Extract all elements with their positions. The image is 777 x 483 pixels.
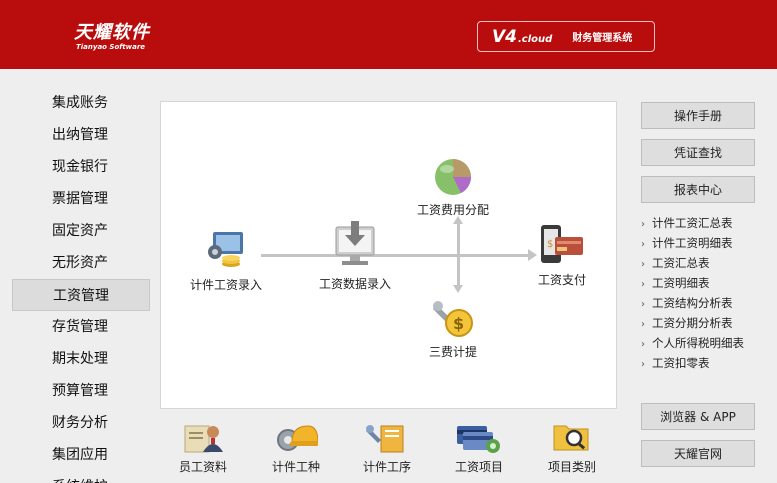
report-link[interactable]: › 工资汇总表 <box>641 253 771 273</box>
voucher-search-button[interactable]: 凭证查找 <box>641 139 755 166</box>
user-manual-button[interactable]: 操作手册 <box>641 102 755 129</box>
module-nav: 集成账务 出纳管理 现金银行 票据管理 固定资产 无形资产 工资管理 存货管理 … <box>12 87 150 483</box>
shortcut-piece-work-type[interactable]: 计件工种 <box>272 420 320 475</box>
nav-item-budget[interactable]: 预算管理 <box>12 375 150 407</box>
nav-item-period-end[interactable]: 期末处理 <box>12 343 150 375</box>
flow-node-salary-payment[interactable]: $ 工资支付 <box>535 223 589 288</box>
cards-gear-icon <box>457 426 500 453</box>
report-link-label: 个人所得税明细表 <box>652 336 744 350</box>
report-list: › 计件工资汇总表 › 计件工资明细表 › 工资汇总表 › 工资明细表 › 工资结构分析表… <box>641 213 771 373</box>
hard-hat-icon <box>277 425 318 451</box>
report-link-label: 计件工资汇总表 <box>652 216 733 230</box>
chevron-right-icon: › <box>641 279 645 290</box>
data-entry-icon <box>335 221 375 265</box>
svg-text:$: $ <box>547 239 553 250</box>
chevron-right-icon: › <box>641 359 645 370</box>
chevron-right-icon: › <box>641 339 645 350</box>
flow-node-piece-wage-entry[interactable]: 计件工资录入 <box>190 228 262 293</box>
flow-node-three-fees[interactable]: $ 三费计提 <box>429 299 477 360</box>
payment-terminal-icon: $ <box>541 225 583 263</box>
piece-wage-entry-icon <box>208 232 243 267</box>
nav-item-bills[interactable]: 票据管理 <box>12 183 150 215</box>
shortcut-piece-process[interactable]: 计件工序 <box>363 420 411 475</box>
brand-logo: 天耀软件 Tianyao Software <box>74 18 150 51</box>
chevron-right-icon: › <box>641 259 645 270</box>
chevron-right-icon: › <box>641 299 645 310</box>
nav-item-financial-analysis[interactable]: 财务分析 <box>12 407 150 439</box>
nav-item-intangible-assets[interactable]: 无形资产 <box>12 247 150 279</box>
flow-node-label: 三费计提 <box>429 345 478 359</box>
chevron-right-icon: › <box>641 219 645 230</box>
process-folder-icon <box>366 425 404 453</box>
version-number: V4 <box>492 26 517 47</box>
report-link-label: 工资扣零表 <box>652 356 710 370</box>
chevron-right-icon: › <box>641 239 645 250</box>
report-link-label: 工资结构分析表 <box>652 296 733 310</box>
shortcut-label: 计件工种 <box>272 460 321 474</box>
chevron-right-icon: › <box>641 319 645 330</box>
logo-chinese-name: 天耀软件 <box>74 22 150 43</box>
nav-item-payroll[interactable]: 工资管理 <box>12 279 150 311</box>
flow-line-horizontal <box>261 254 533 257</box>
version-suffix: .cloud <box>518 33 553 45</box>
nav-item-inventory[interactable]: 存货管理 <box>12 311 150 343</box>
folder-search-icon <box>553 425 589 451</box>
employee-card-icon <box>184 425 223 453</box>
app-header: 天耀软件 Tianyao Software V4 .cloud 财务管理系统 <box>0 0 777 69</box>
shortcut-project-category[interactable]: 项目类别 <box>548 420 596 475</box>
official-website-button[interactable]: 天耀官网 <box>641 440 755 467</box>
flow-node-label: 工资支付 <box>537 273 586 287</box>
pie-chart-icon <box>435 159 471 195</box>
report-link-label: 工资明细表 <box>652 276 710 290</box>
report-link-label: 工资分期分析表 <box>652 316 733 330</box>
nav-item-fixed-assets[interactable]: 固定资产 <box>12 215 150 247</box>
flow-line-vertical <box>457 223 460 287</box>
nav-item-system-maintenance[interactable]: 系统维护 <box>12 471 150 483</box>
nav-item-ledger[interactable]: 集成账务 <box>12 87 150 119</box>
version-badge: V4 .cloud 财务管理系统 <box>477 21 655 52</box>
report-link[interactable]: › 工资分期分析表 <box>641 313 771 333</box>
logo-english-name: Tianyao Software <box>76 43 146 51</box>
system-name: 财务管理系统 <box>572 33 633 44</box>
shortcut-label: 计件工序 <box>363 460 412 474</box>
nav-item-group-apps[interactable]: 集团应用 <box>12 439 150 471</box>
shortcut-label: 项目类别 <box>548 460 597 474</box>
report-link[interactable]: › 个人所得税明细表 <box>641 333 771 353</box>
shortcut-label: 工资项目 <box>455 460 504 474</box>
report-link[interactable]: › 计件工资明细表 <box>641 233 771 253</box>
payroll-flow-panel: 计件工资录入 工资数据录入 工资费用分配 $ 工资支付 $ 三费计提 <box>160 101 617 409</box>
report-link[interactable]: › 工资明细表 <box>641 273 771 293</box>
flow-node-salary-data-entry[interactable]: 工资数据录入 <box>319 219 391 292</box>
shortcut-employee-info[interactable]: 员工资料 <box>179 420 227 475</box>
flow-node-label: 工资数据录入 <box>319 277 392 291</box>
report-link[interactable]: › 计件工资汇总表 <box>641 213 771 233</box>
nav-item-cash-bank[interactable]: 现金银行 <box>12 151 150 183</box>
nav-item-cashier[interactable]: 出纳管理 <box>12 119 150 151</box>
flow-node-label: 计件工资录入 <box>190 278 263 292</box>
report-link[interactable]: › 工资扣零表 <box>641 353 771 373</box>
report-center-button[interactable]: 报表中心 <box>641 176 755 203</box>
flow-node-label: 工资费用分配 <box>417 203 490 217</box>
svg-text:$: $ <box>453 314 464 333</box>
wrench-coin-icon: $ <box>433 301 473 337</box>
shortcut-salary-items[interactable]: 工资项目 <box>455 420 503 475</box>
flow-node-salary-allocation[interactable]: 工资费用分配 <box>417 157 489 218</box>
browser-app-button[interactable]: 浏览器 & APP <box>641 403 755 430</box>
report-link-label: 计件工资明细表 <box>652 236 733 250</box>
shortcut-label: 员工资料 <box>179 460 228 474</box>
report-link-label: 工资汇总表 <box>652 256 710 270</box>
flow-arrow-down <box>453 285 463 293</box>
report-link[interactable]: › 工资结构分析表 <box>641 293 771 313</box>
